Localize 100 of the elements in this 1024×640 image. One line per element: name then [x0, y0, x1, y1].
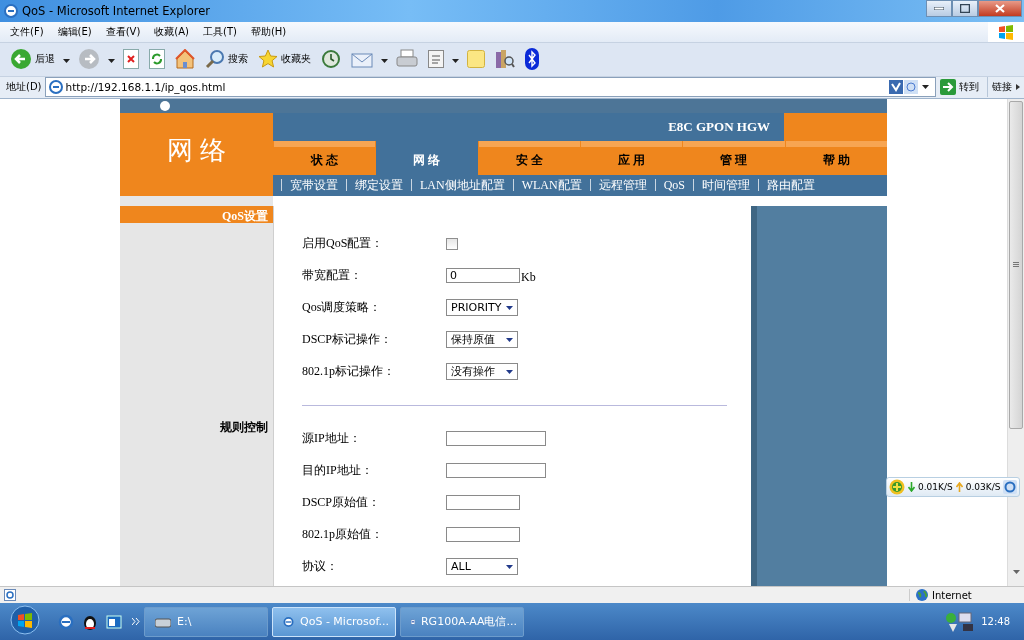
star-icon: [258, 49, 278, 70]
maximize-icon: [960, 4, 970, 13]
logo-circle-icon: [160, 100, 170, 111]
subnav-link[interactable]: QoS: [654, 179, 693, 192]
back-button[interactable]: 后退: [8, 48, 57, 71]
caret-icon: [506, 305, 513, 310]
subnav-link[interactable]: 路由配置: [758, 179, 823, 192]
more-chevron-icon: [132, 618, 140, 626]
menu-item[interactable]: 收藏(A): [150, 24, 199, 39]
shield-plus-icon: [889, 479, 905, 495]
search-button[interactable]: 搜索: [203, 49, 250, 70]
mail-icon: [351, 50, 373, 69]
download-arrow-icon: [908, 482, 915, 492]
print-button[interactable]: [394, 49, 420, 70]
field-label: DSCP标记操作：: [302, 331, 394, 349]
research-button[interactable]: [493, 49, 517, 70]
section-title: 网 络: [120, 112, 273, 196]
bluetooth-button[interactable]: [523, 48, 541, 71]
download-speed: 0.01K/S: [918, 482, 953, 492]
text-field[interactable]: [446, 495, 520, 511]
menu-item[interactable]: 查看(V): [101, 24, 151, 39]
tray-icons-drawing: [945, 611, 976, 632]
subnav-link[interactable]: WLAN配置: [512, 179, 590, 192]
home-icon: [175, 49, 195, 70]
page-status-icon: [4, 589, 16, 602]
minimize-icon: [934, 7, 944, 10]
go-button[interactable]: 转到: [936, 77, 988, 98]
field-label: 带宽配置：: [302, 267, 363, 285]
mail-button[interactable]: [349, 50, 375, 69]
refresh-icon: [149, 49, 165, 70]
unit-label: Kb: [521, 269, 536, 286]
start-orb-icon: [10, 605, 40, 636]
subnav-link[interactable]: 宽带设置: [281, 179, 346, 192]
refresh-button[interactable]: [147, 49, 167, 70]
compat-icon: [888, 80, 919, 95]
menu-item[interactable]: 工具(T): [199, 24, 247, 39]
upload-arrow-icon: [955, 482, 963, 492]
field-label: 802.1p原始值：: [302, 526, 384, 544]
text-field[interactable]: [446, 527, 520, 543]
bluetooth-icon: [525, 48, 539, 71]
dropdown[interactable]: 保持原值: [446, 331, 518, 349]
field-label: DSCP原始值：: [302, 494, 382, 512]
product-name: E8C GPON HGW: [273, 112, 784, 141]
upload-speed: 0.03K/S: [965, 482, 1001, 492]
field-label: 源IP地址：: [302, 430, 362, 448]
clock: 12:48: [981, 616, 1010, 628]
menu-item[interactable]: 文件(F): [6, 24, 54, 39]
document-icon: [428, 50, 444, 69]
caret-icon: [506, 369, 513, 374]
checkbox[interactable]: [446, 237, 458, 250]
maximize-button[interactable]: [952, 0, 978, 17]
links-button[interactable]: 链接: [988, 80, 1024, 95]
security-zone: Internet: [932, 589, 972, 601]
penguin-icon: [82, 613, 98, 630]
chevron-icon: [1016, 84, 1020, 91]
books-icon: [495, 49, 515, 70]
drive-icon: [155, 615, 171, 628]
subnav-link[interactable]: 绑定设置: [346, 179, 411, 192]
scroll-down-icon: [1012, 570, 1020, 575]
home-button[interactable]: [173, 49, 197, 70]
field-label: Qos调度策略：: [302, 299, 383, 317]
field-label: 目的IP地址：: [302, 462, 374, 480]
stop-button[interactable]: [121, 49, 141, 70]
window-title: QoS - Microsoft Internet Explorer: [22, 3, 212, 18]
windows-flag-icon: [998, 23, 1014, 40]
field-label: 启用QoS配置：: [302, 235, 385, 253]
caret-icon: [381, 58, 388, 63]
history-button[interactable]: [319, 49, 343, 70]
stop-icon: [123, 49, 139, 70]
caret-icon: [506, 337, 513, 342]
dropdown[interactable]: PRIORITY: [446, 299, 518, 317]
page-icon: [48, 80, 63, 95]
menu-item[interactable]: 帮助(H): [246, 24, 297, 39]
address-label: 地址(D): [5, 80, 43, 95]
caret-icon: [506, 564, 513, 569]
address-field[interactable]: http://192.168.1.1/ip_qos.html: [44, 77, 936, 98]
dropdown[interactable]: 没有操作: [446, 363, 518, 381]
text-field[interactable]: [446, 431, 546, 447]
subnav-link[interactable]: LAN侧地址配置: [411, 179, 513, 192]
app-window-icon: [106, 613, 122, 630]
search-icon: [205, 49, 225, 70]
subnav-link[interactable]: 远程管理: [589, 179, 655, 192]
text-field[interactable]: [446, 463, 546, 479]
edit-button[interactable]: [426, 50, 446, 69]
caret-icon: [108, 58, 115, 63]
subnav-link[interactable]: 时间管理: [693, 179, 758, 192]
close-icon: [995, 4, 1005, 13]
field-label: 802.1p标记操作：: [302, 363, 396, 381]
close-button[interactable]: [978, 0, 1022, 17]
globe-icon: [916, 589, 928, 602]
forward-button[interactable]: [76, 48, 102, 71]
text-field[interactable]: 0: [446, 268, 520, 284]
menu-item[interactable]: 编辑(E): [53, 24, 102, 39]
favorites-button[interactable]: 收藏夹: [256, 49, 313, 70]
sidebar-group-label: 规则控制: [219, 418, 269, 436]
nav-tab[interactable]: 网 络: [376, 140, 478, 175]
grip-icon: [1013, 262, 1019, 268]
dropdown[interactable]: ALL: [446, 558, 518, 576]
scrollbar[interactable]: [1007, 98, 1024, 587]
clock-icon: [321, 49, 341, 70]
